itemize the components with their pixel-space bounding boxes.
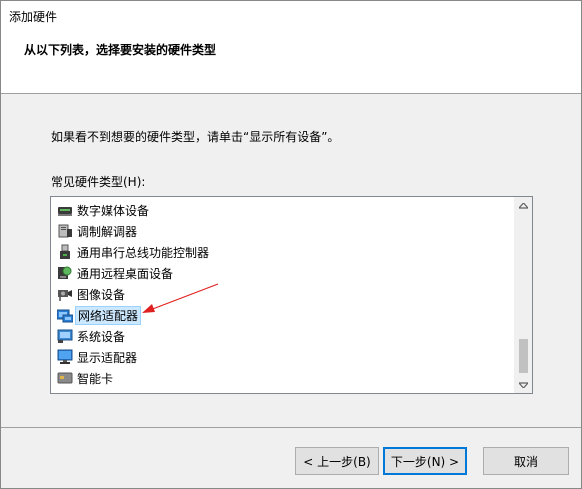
- list-item-label: 智能卡: [77, 371, 114, 386]
- list-item-label: 通用远程桌面设备: [77, 266, 174, 281]
- list-item[interactable]: 调制解调器: [57, 221, 139, 241]
- hardware-list-label: 常见硬件类型(H):: [51, 175, 146, 189]
- network-adapter-icon: [56, 307, 74, 323]
- display-adapter-icon: [57, 349, 73, 365]
- hardware-type-list[interactable]: 数字媒体设备 调制解调器 通用串行总线功能控制器 通用远程桌面设备 图像设备 网…: [50, 196, 533, 394]
- media-device-icon: [57, 202, 73, 218]
- list-item-label: 系统设备: [77, 329, 126, 344]
- next-button[interactable]: 下一步(N) >: [383, 447, 467, 475]
- cancel-button[interactable]: 取消: [483, 447, 569, 475]
- list-item-label: 网络适配器: [75, 305, 142, 325]
- hint-text: 如果看不到想要的硬件类型，请单击“显示所有设备”。: [51, 130, 340, 144]
- wizard-header: 添加硬件 从以下列表，选择要安装的硬件类型: [1, 1, 581, 94]
- list-scrollbar[interactable]: [514, 197, 532, 393]
- modem-icon: [57, 223, 73, 239]
- list-item[interactable]: 数字媒体设备: [57, 200, 151, 220]
- add-hardware-dialog: 添加硬件 从以下列表，选择要安装的硬件类型 如果看不到想要的硬件类型，请单击“显…: [0, 0, 582, 489]
- list-item[interactable]: 通用远程桌面设备: [57, 263, 175, 283]
- window-title: 添加硬件: [9, 10, 58, 24]
- smart-card-icon: [57, 370, 73, 386]
- list-item[interactable]: 系统设备: [57, 326, 127, 346]
- list-item-label: 图像设备: [77, 287, 126, 302]
- back-button[interactable]: < 上一步(B): [295, 447, 379, 475]
- list-item-label: 数字媒体设备: [77, 203, 150, 218]
- footer-divider: [1, 427, 581, 428]
- list-item[interactable]: 通用串行总线功能控制器: [57, 242, 211, 262]
- list-item-label: 显示适配器: [77, 350, 138, 365]
- list-item[interactable]: 智能卡: [57, 368, 115, 388]
- list-item-label: 通用串行总线功能控制器: [77, 245, 210, 260]
- remote-desktop-icon: [57, 265, 73, 281]
- system-device-icon: [57, 328, 73, 344]
- list-item[interactable]: 显示适配器: [57, 347, 139, 367]
- scroll-up-icon[interactable]: [515, 197, 532, 214]
- list-item[interactable]: 图像设备: [57, 284, 127, 304]
- page-heading: 从以下列表，选择要安装的硬件类型: [24, 43, 217, 57]
- scroll-down-icon[interactable]: [515, 376, 532, 393]
- list-item-selected[interactable]: 网络适配器: [56, 305, 142, 325]
- scrollbar-thumb[interactable]: [519, 339, 528, 373]
- camera-icon: [57, 286, 73, 302]
- list-item-label: 调制解调器: [77, 224, 138, 239]
- usb-controller-icon: [57, 244, 73, 260]
